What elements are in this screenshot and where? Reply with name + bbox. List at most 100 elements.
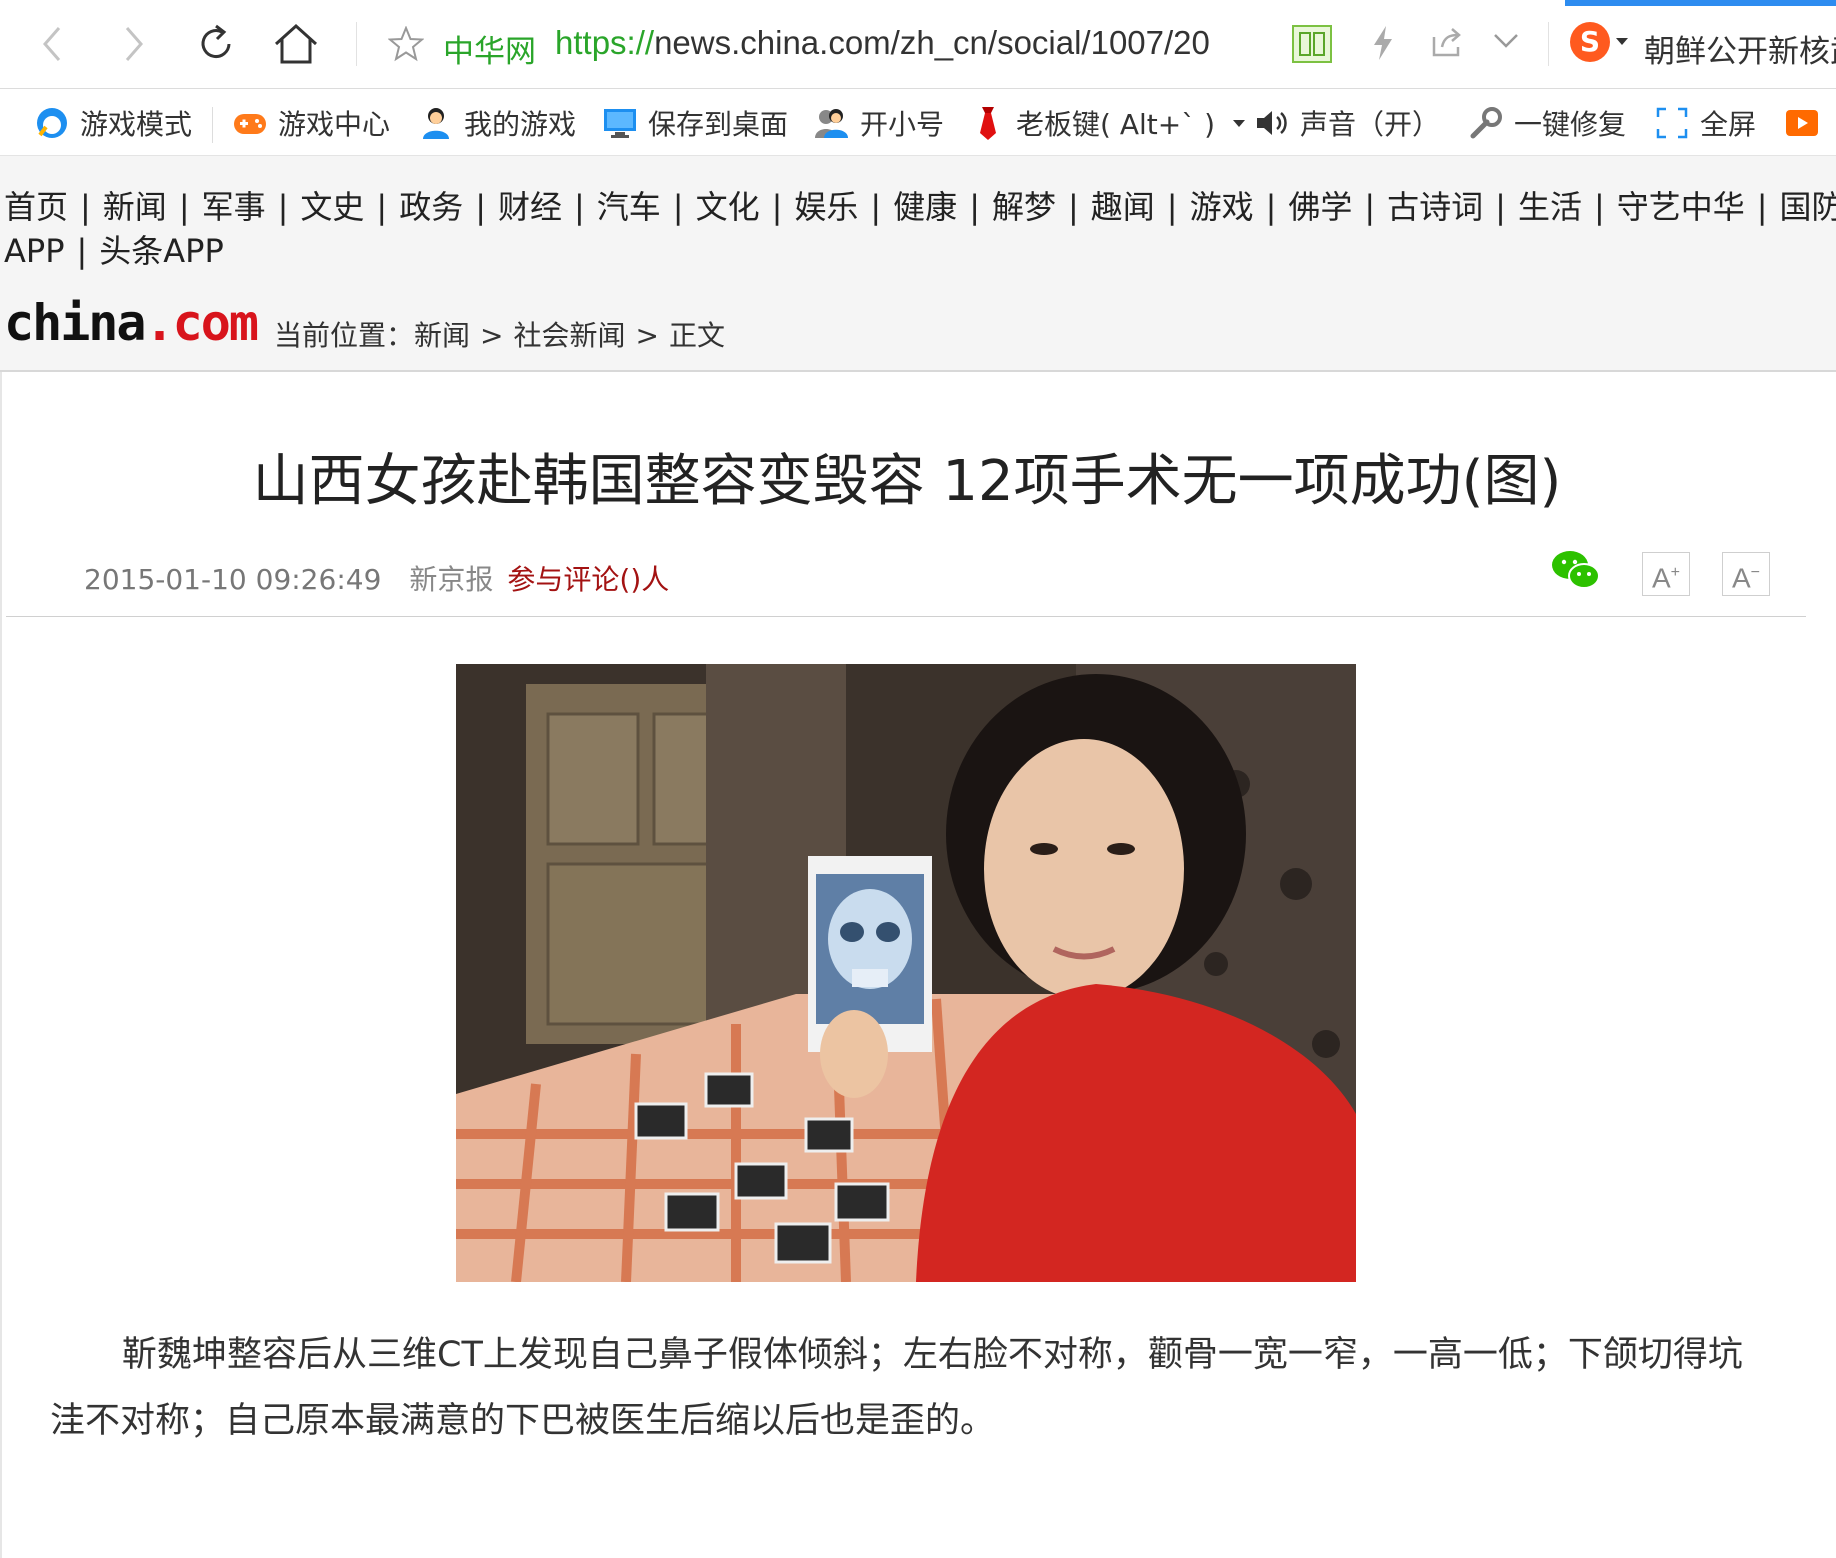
toolbar-divider: [212, 107, 213, 143]
toolbar-item-label: 保存到桌面: [648, 108, 789, 141]
font-decrease-button[interactable]: A−: [1722, 552, 1770, 596]
nav-link[interactable]: 趣闻: [1091, 188, 1155, 226]
toolbar-item-alt-account[interactable]: 开小号: [814, 103, 944, 143]
breadcrumb-prefix: 当前位置：: [274, 319, 415, 352]
toolbar-item-game-center[interactable]: 游戏中心: [232, 103, 390, 143]
nav-link[interactable]: 财经: [498, 188, 562, 226]
logo-text: .com: [144, 294, 259, 352]
font-decrease-label: A: [1731, 562, 1751, 594]
reload-icon: [201, 24, 231, 59]
url-path: news.china.com/zh_cn/social/1007/20: [654, 24, 1210, 61]
toolbar-item-label: 全屏: [1700, 108, 1757, 141]
font-increase-label: A: [1651, 562, 1671, 594]
toolbar-item-boss-key[interactable]: 老板键( Alt+` ): [970, 103, 1246, 143]
toolbar-item-repair[interactable]: 一键修复: [1468, 103, 1626, 143]
nav-link[interactable]: 解梦: [992, 188, 1056, 226]
article-body: 靳魏坤整容后从三维CT上发现自己鼻子假体倾斜；左右脸不对称，颧骨一宽一窄，一高一…: [50, 1335, 1743, 1441]
nav-separator: |: [80, 188, 91, 226]
play-icon: [1784, 105, 1820, 141]
nav-separator: |: [771, 188, 783, 226]
gamepad-icon: [232, 105, 268, 141]
breadcrumb-item[interactable]: 社会新闻: [514, 319, 626, 352]
nav-link[interactable]: 首页: [4, 188, 68, 226]
nav-separator: |: [76, 232, 88, 270]
toolbar-item-label: 声音（开）: [1300, 108, 1441, 141]
nav-separator: |: [1495, 188, 1506, 226]
nav-link[interactable]: 佛学: [1288, 188, 1352, 226]
forward-button[interactable]: [108, 18, 160, 70]
article: 山西女孩赴韩国整容变毁容 12项手术无一项成功(图) 2015-01-10 09…: [0, 372, 1836, 1558]
nav-link[interactable]: 新闻: [103, 188, 167, 226]
nav-separator: |: [1265, 188, 1277, 226]
breadcrumb-item[interactable]: 新闻: [414, 319, 470, 352]
nav-link[interactable]: 文化: [696, 188, 760, 226]
bookmark-star-icon[interactable]: [387, 25, 425, 66]
nav-separator: |: [376, 188, 388, 226]
nav-link[interactable]: 守艺中华: [1617, 188, 1745, 226]
nav-separator: |: [178, 188, 190, 226]
wechat-share-icon[interactable]: [1550, 548, 1602, 596]
toolbar-divider: [1548, 22, 1549, 66]
toolbar-item-label: 一键修复: [1514, 108, 1627, 141]
china-com-logo[interactable]: china.com: [4, 294, 259, 352]
fullscreen-icon: [1654, 105, 1690, 141]
comments-link[interactable]: 参与评论()人: [507, 563, 669, 596]
toolbar-item-sound[interactable]: 声音（开）: [1254, 103, 1440, 143]
home-button[interactable]: [270, 18, 322, 70]
reader-mode-icon[interactable]: [1292, 25, 1332, 67]
nav-link[interactable]: 国防: [1780, 188, 1836, 226]
site-nav-row-1: 首页 | 新闻 | 军事 | 文史 | 政务 | 财经 | 汽车 | 文化 | 娱乐 | 健康 | 解梦 | 趣闻 | 游戏 | 佛…: [4, 182, 1836, 228]
article-meta: 2015-01-10 09:26:49 新京报 参与评论()人: [84, 558, 669, 598]
nav-separator: |: [969, 188, 980, 226]
browser-window: 中华网 https://news.china.com/zh_cn/social/…: [0, 0, 1836, 1558]
toolbar-item-label: 游戏模式: [80, 108, 193, 141]
search-engine-caret-icon[interactable]: [1616, 38, 1628, 45]
article-source: 新京报: [409, 563, 494, 596]
font-increase-button[interactable]: A+: [1642, 552, 1690, 596]
url-scheme: https://: [555, 24, 655, 61]
nav-link[interactable]: 健康: [893, 188, 957, 226]
nav-link[interactable]: 古诗词: [1387, 188, 1483, 226]
site-nav: 首页 | 新闻 | 军事 | 文史 | 政务 | 财经 | 汽车 | 文化 | 娱乐 | 健康 | 解梦 | 趣闻 | 游戏 | 佛…: [0, 156, 1836, 274]
toolbar-item-video[interactable]: [1784, 103, 1830, 143]
nav-link[interactable]: 生活: [1518, 188, 1582, 226]
toolbar-item-label: 老板键( Alt+` ): [1016, 108, 1216, 141]
breadcrumb: 当前位置：新闻 > 社会新闻 > 正文: [274, 314, 725, 354]
publish-date: 2015-01-10 09:26:49: [84, 563, 382, 596]
caret-down-icon[interactable]: [1233, 119, 1246, 127]
nav-link[interactable]: 娱乐: [794, 188, 858, 226]
tie-icon: [970, 105, 1006, 141]
nav-link[interactable]: 军事: [202, 188, 266, 226]
breadcrumb-separator: >: [480, 319, 504, 352]
game-mode-icon: [34, 105, 70, 141]
reload-button[interactable]: [190, 18, 242, 70]
toolbar-item-my-games[interactable]: 我的游戏: [418, 103, 576, 143]
nav-link[interactable]: 政务: [399, 188, 463, 226]
toolbar-item-game-mode[interactable]: 游戏模式: [34, 103, 192, 143]
nav-separator: |: [1166, 188, 1178, 226]
article-photo: [456, 664, 1356, 1282]
toolbar-item-fullscreen[interactable]: 全屏: [1654, 103, 1756, 143]
nav-link[interactable]: APP: [4, 232, 64, 270]
nav-separator: |: [870, 188, 882, 226]
divider: [6, 616, 1806, 617]
nav-link[interactable]: 头条APP: [99, 232, 224, 270]
search-hint[interactable]: 朝鲜公开新核武: [1644, 26, 1836, 71]
nav-link[interactable]: 汽车: [597, 188, 661, 226]
share-icon[interactable]: [1430, 25, 1464, 63]
lightning-icon[interactable]: [1370, 25, 1396, 65]
nav-separator: |: [475, 188, 486, 226]
chevron-down-icon[interactable]: [1492, 32, 1520, 54]
url-field[interactable]: https://news.china.com/zh_cn/social/1007…: [555, 24, 1245, 68]
back-button[interactable]: [26, 18, 78, 70]
nav-link[interactable]: 游戏: [1190, 188, 1254, 226]
toolbar-item-save-desktop[interactable]: 保存到桌面: [602, 103, 788, 143]
nav-separator: |: [277, 188, 289, 226]
user-icon: [418, 105, 454, 141]
nav-link[interactable]: 文史: [300, 188, 364, 226]
multi-user-icon: [814, 105, 850, 141]
nav-separator: |: [1364, 188, 1376, 226]
nav-separator: |: [574, 188, 585, 226]
sogou-search-icon[interactable]: S: [1570, 22, 1610, 62]
forward-arrow-icon: [125, 27, 143, 61]
